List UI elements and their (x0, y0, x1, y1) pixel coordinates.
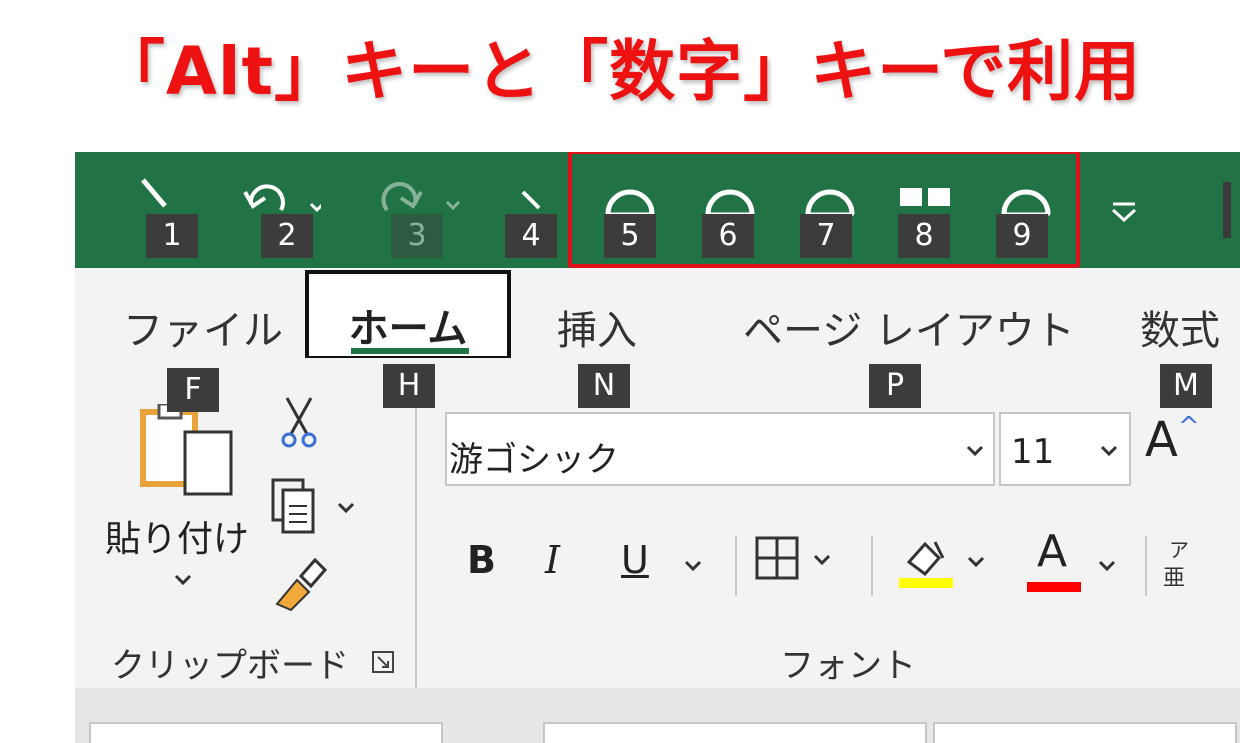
borders-icon[interactable] (753, 534, 853, 588)
clipboard-launcher-icon[interactable] (371, 650, 395, 678)
excel-window: 1 2 3 4 5 6 7 8 9 ファイル ホーム 挿入 ページ レイアウト … (75, 152, 1240, 743)
format-painter-icon[interactable] (271, 552, 331, 616)
keytip-page-layout: P (869, 364, 921, 408)
tab-page-layout[interactable]: ページ レイアウト (743, 298, 1075, 356)
phonetic-top: ア (1169, 538, 1189, 562)
font-color-bar (1027, 582, 1081, 592)
fill-color-icon[interactable] (895, 528, 995, 598)
tab-formulas[interactable]: 数式 (1140, 298, 1220, 356)
highlight-box (568, 152, 1080, 268)
grow-font-button[interactable]: A^ (1145, 412, 1200, 468)
paste-dropdown-chevron-icon[interactable] (173, 572, 193, 591)
divider (735, 536, 737, 596)
keytip-4: 4 (505, 214, 557, 258)
formula-bar-field[interactable] (543, 722, 927, 743)
ribbon-tabs: ファイル ホーム 挿入 ページ レイアウト 数式 (75, 268, 1240, 360)
font-size-combo[interactable]: 11 (999, 412, 1131, 486)
keytip-home: H (383, 364, 435, 408)
font-color-letter: A (1037, 526, 1068, 577)
ribbon-home: 貼り付け クリップボード 游ゴシック 11 A^ B I U A ア 亜 フォン… (75, 358, 1240, 696)
clipboard-icon[interactable] (139, 402, 239, 504)
quick-access-toolbar: 1 2 3 4 5 6 7 8 9 (75, 152, 1240, 268)
formula-bar-strip (75, 688, 1240, 743)
phonetic-bottom: 亜 (1163, 566, 1186, 591)
tab-home[interactable]: ホーム (305, 270, 511, 360)
group-separator (415, 408, 417, 696)
italic-button[interactable]: I (545, 538, 560, 582)
keytip-file: F (167, 368, 219, 412)
keytip-3: 3 (391, 214, 443, 258)
divider (871, 536, 873, 596)
keytip-2: 2 (261, 214, 313, 258)
font-color-button[interactable]: A (1023, 526, 1083, 596)
font-color-dropdown-chevron-icon[interactable] (1097, 558, 1117, 577)
tab-file[interactable]: ファイル (123, 298, 283, 356)
font-group-label: フォント (780, 646, 916, 686)
keytip-insert: N (578, 364, 630, 408)
tab-insert[interactable]: 挿入 (557, 298, 637, 356)
copy-icon[interactable] (269, 476, 359, 540)
underline-dropdown-chevron-icon[interactable] (683, 558, 703, 577)
cut-icon[interactable] (279, 394, 319, 454)
headline-title: 「Alt」キーと「数字」キーで利用 (98, 33, 1142, 110)
grow-font-letter: A (1145, 412, 1178, 468)
divider (1145, 536, 1147, 596)
keytip-formulas: M (1160, 364, 1212, 408)
bold-button[interactable]: B (467, 538, 496, 582)
font-name-combo[interactable]: 游ゴシック (445, 412, 995, 486)
underline-button[interactable]: U (621, 538, 649, 582)
name-box[interactable] (89, 722, 443, 743)
font-size-chevron-icon (1100, 445, 1118, 457)
paste-label[interactable]: 貼り付け (105, 510, 249, 562)
clipboard-group-label: クリップボード (111, 646, 349, 686)
toolbar-edge (1223, 182, 1231, 238)
tab-home-underline (351, 348, 469, 354)
phonetic-guide-button[interactable]: ア 亜 (1159, 534, 1199, 594)
customize-qat-icon[interactable] (1109, 200, 1139, 228)
keytip-1: 1 (146, 214, 198, 258)
font-name-chevron-icon (966, 445, 984, 457)
font-size-value: 11 (1011, 432, 1055, 472)
font-name-value: 游ゴシック (449, 440, 619, 480)
formula-bar-field-right[interactable] (933, 722, 1237, 743)
tab-home-label: ホーム (348, 306, 468, 352)
